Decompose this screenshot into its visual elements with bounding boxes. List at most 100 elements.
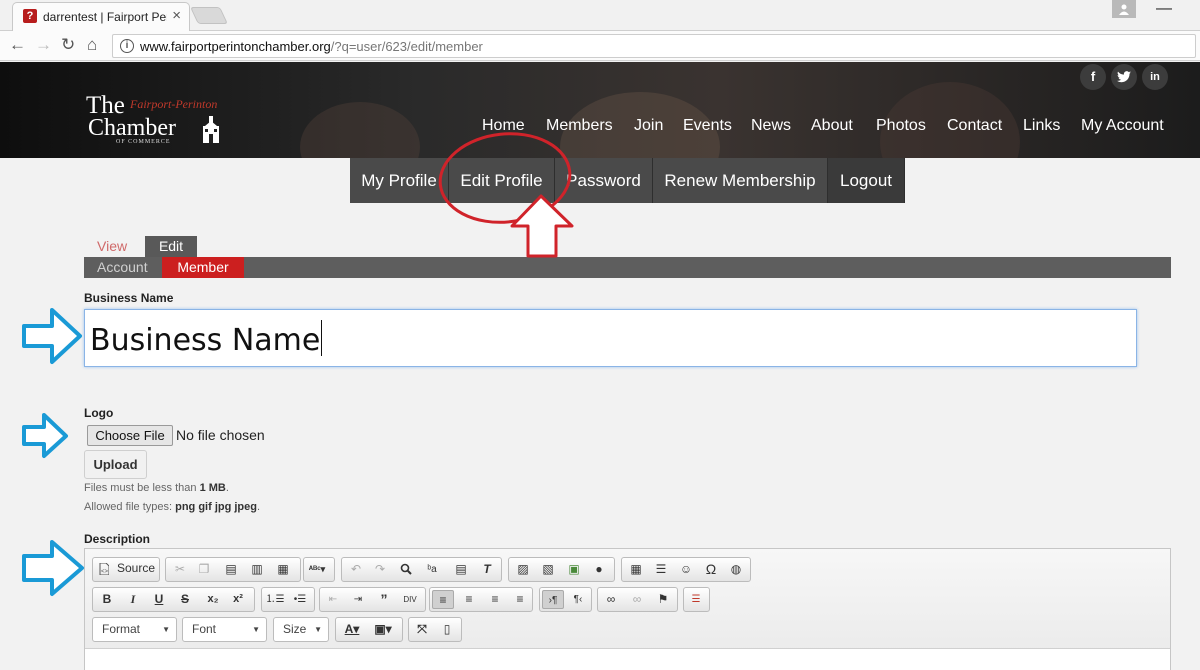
rtl-icon[interactable]: ¶‹: [567, 590, 589, 609]
show-blocks-icon[interactable]: ▯: [436, 620, 458, 639]
bulleted-list-icon[interactable]: •☰: [289, 590, 311, 609]
subtab-account[interactable]: Account: [84, 257, 162, 278]
nav-my-account[interactable]: My Account: [1081, 117, 1164, 135]
reload-icon[interactable]: ↻: [61, 36, 75, 54]
maximize-icon[interactable]: ⤧: [411, 620, 433, 639]
nav-photos[interactable]: Photos: [876, 117, 926, 135]
logo-label: Logo: [84, 406, 114, 420]
business-name-input[interactable]: Business Name: [84, 309, 1137, 367]
profile-icon[interactable]: [1112, 0, 1136, 18]
nav-join[interactable]: Join: [634, 117, 663, 135]
nav-members[interactable]: Members: [546, 117, 613, 135]
minimize-icon[interactable]: —: [1156, 0, 1172, 18]
link-icon[interactable]: ∞: [600, 590, 622, 609]
twitter-icon[interactable]: [1111, 64, 1137, 90]
numbered-list-icon[interactable]: ⒈☰: [264, 590, 286, 609]
anchor-flag-icon[interactable]: ⚑: [652, 590, 674, 609]
div-container-icon[interactable]: DIV: [399, 590, 421, 609]
iframe-icon[interactable]: ◍: [725, 560, 747, 579]
cut-icon[interactable]: ✂: [169, 560, 191, 579]
bold-icon[interactable]: B: [96, 590, 118, 609]
site-info-icon[interactable]: i: [120, 39, 134, 53]
tab-edit[interactable]: Edit: [145, 236, 197, 257]
align-right-icon[interactable]: ≡: [484, 590, 506, 609]
home-icon[interactable]: ⌂: [87, 36, 97, 54]
paste-text-icon[interactable]: ▥: [246, 560, 268, 579]
logo-script: Fairport-Perinton: [130, 97, 218, 111]
image-upload-icon[interactable]: ▧: [537, 560, 559, 579]
subscript-icon[interactable]: x₂: [202, 590, 224, 609]
facebook-icon[interactable]: f: [1080, 64, 1106, 90]
url-path: /?q=user/623/edit/member: [330, 39, 483, 54]
upload-button[interactable]: Upload: [84, 450, 147, 479]
undo-icon[interactable]: ↶: [345, 560, 367, 579]
special-char-icon[interactable]: Ω: [700, 560, 722, 579]
close-tab-icon[interactable]: ×: [172, 8, 181, 24]
indent-icon[interactable]: ⇥: [347, 590, 369, 609]
horizontal-rule-icon[interactable]: ☰: [650, 560, 672, 579]
file-types-help-suffix: .: [256, 501, 261, 513]
copy-icon[interactable]: ❐: [193, 560, 215, 579]
subnav-my-profile[interactable]: My Profile: [350, 158, 449, 203]
source-button[interactable]: <> Source: [92, 557, 160, 582]
superscript-icon[interactable]: x²: [227, 590, 249, 609]
subtab-member[interactable]: Member: [162, 257, 244, 278]
nav-events[interactable]: Events: [683, 117, 732, 135]
new-tab-button[interactable]: [190, 7, 228, 24]
no-file-chosen-text: No file chosen: [176, 427, 265, 443]
table-icon[interactable]: ▦: [625, 560, 647, 579]
pagebreak-group: ☰: [683, 587, 710, 612]
edit-group: ↶ ↷ ᵇa ▤ T: [341, 557, 502, 582]
flash-icon[interactable]: ▣: [563, 560, 585, 579]
nav-news[interactable]: News: [751, 117, 791, 135]
size-select[interactable]: Size ▼: [273, 617, 329, 642]
align-left-icon[interactable]: ≡: [432, 590, 454, 609]
insert-group: ▨ ▧ ▣ ●: [508, 557, 615, 582]
spellcheck-icon[interactable]: ᴬᴮᶜ▾: [306, 560, 328, 579]
text-color-icon[interactable]: A▾: [338, 620, 366, 639]
linkedin-icon[interactable]: in: [1142, 64, 1168, 90]
choose-file-button[interactable]: Choose File: [87, 425, 173, 446]
remove-format-icon[interactable]: T: [476, 560, 498, 579]
nav-home[interactable]: Home: [482, 117, 525, 135]
image-icon[interactable]: ▨: [512, 560, 534, 579]
align-center-icon[interactable]: ≡: [458, 590, 480, 609]
underline-icon[interactable]: U: [148, 590, 170, 609]
nav-links[interactable]: Links: [1023, 117, 1060, 135]
paste-word-icon[interactable]: ▦: [272, 560, 294, 579]
page-break-icon[interactable]: ☰: [685, 590, 707, 609]
svg-text:<>: <>: [101, 569, 109, 575]
select-all-icon[interactable]: ▤: [450, 560, 472, 579]
nav-contact[interactable]: Contact: [947, 117, 1002, 135]
text-caret: [321, 320, 323, 356]
italic-icon[interactable]: I: [122, 590, 144, 609]
strikethrough-icon[interactable]: S: [174, 590, 196, 609]
justify-icon[interactable]: ≡: [509, 590, 531, 609]
subnav-renew-membership[interactable]: Renew Membership: [653, 158, 828, 203]
url-text: www.fairportperintonchamber.org/?q=user/…: [140, 39, 483, 54]
browser-tab[interactable]: ? darrentest | Fairport Perinton ×: [12, 2, 190, 31]
font-select[interactable]: Font ▼: [182, 617, 267, 642]
redo-icon[interactable]: ↷: [369, 560, 391, 579]
paste-icon[interactable]: ▤: [220, 560, 242, 579]
subnav-edit-profile[interactable]: Edit Profile: [449, 158, 555, 203]
unlink-icon[interactable]: ∞: [626, 590, 648, 609]
spellcheck-group: ᴬᴮᶜ▾: [303, 557, 335, 582]
smiley-icon[interactable]: ☺: [675, 560, 697, 579]
find-icon[interactable]: [395, 560, 417, 579]
back-icon[interactable]: ←: [9, 36, 26, 54]
format-select[interactable]: Format ▼: [92, 617, 177, 642]
background-color-icon[interactable]: ▣▾: [368, 620, 398, 639]
ltr-icon[interactable]: ›¶: [542, 590, 564, 609]
replace-icon[interactable]: ᵇa: [421, 560, 443, 579]
outdent-icon[interactable]: ⇤: [322, 590, 344, 609]
nav-about[interactable]: About: [811, 117, 853, 135]
media-icon[interactable]: ●: [588, 560, 610, 579]
address-bar[interactable]: i www.fairportperintonchamber.org/?q=use…: [112, 34, 1196, 58]
editor-content-area[interactable]: [85, 648, 1170, 670]
subnav-password[interactable]: Password: [555, 158, 653, 203]
blockquote-icon[interactable]: ”: [373, 590, 395, 609]
forward-icon[interactable]: →: [35, 36, 52, 54]
subnav-logout[interactable]: Logout: [828, 158, 905, 203]
tab-view[interactable]: View: [84, 236, 144, 257]
